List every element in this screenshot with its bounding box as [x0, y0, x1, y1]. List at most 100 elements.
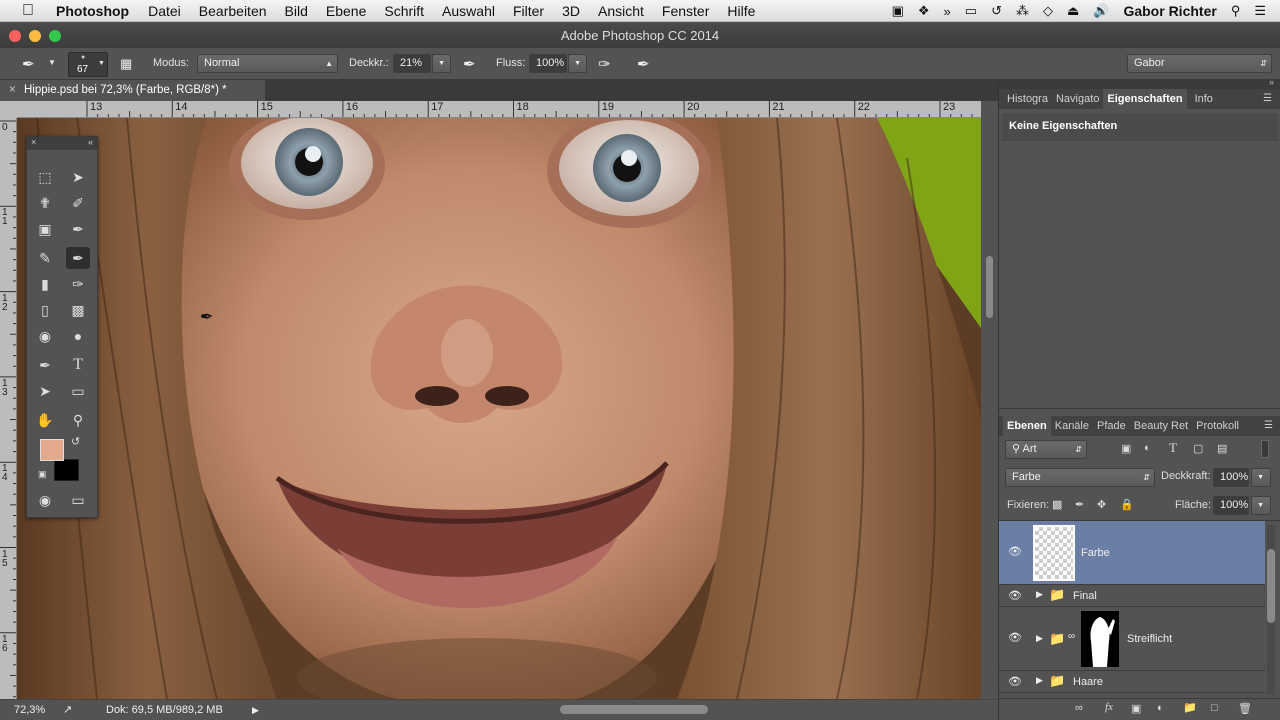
filter-smartobject-icon[interactable]: ▤ [1217, 442, 1227, 455]
pressure-size-icon[interactable]: ✒ [637, 55, 650, 73]
vertical-scrollbar[interactable] [981, 101, 998, 699]
zoom-tool[interactable]: ⚲ [66, 409, 90, 431]
crop-tool[interactable]: ▣ [33, 218, 57, 240]
close-icon[interactable]: × [9, 80, 16, 101]
document-tab[interactable]: × Hippie.psd bei 72,3% (Farbe, RGB/8*) * [0, 80, 265, 101]
minimize-window-icon[interactable] [29, 30, 41, 42]
ruler-vertical[interactable]: 0 1 1 1 2 1 3 1 4 1 5 1 6 [0, 118, 17, 699]
type-tool[interactable]: T [66, 354, 90, 376]
pen-tool[interactable]: ✒ [33, 354, 57, 376]
apple-icon[interactable]:  [0, 2, 56, 20]
menu-schrift[interactable]: Schrift [384, 3, 424, 19]
lock-pixels-icon[interactable]: ✒ [1075, 498, 1084, 511]
volume-icon[interactable]: 🔊 [1093, 3, 1109, 19]
rectangle-tool[interactable]: ▭ [66, 380, 90, 402]
disclosure-triangle-icon[interactable]: ▶ [1036, 675, 1043, 686]
collapse-icon[interactable]: » [1269, 77, 1274, 87]
tab-kanaele[interactable]: Kanäle [1051, 416, 1093, 436]
tab-pfade[interactable]: Pfade [1093, 416, 1130, 436]
notification-list-icon[interactable]: ☰ [1254, 3, 1266, 19]
share-icon[interactable]: ↗ [63, 700, 72, 720]
time-machine-icon[interactable]: ↺ [991, 3, 1002, 19]
scroll-thumb[interactable] [986, 256, 993, 318]
panel-menu-icon[interactable]: ☰ [1259, 89, 1276, 109]
layer-name[interactable]: Farbe [1081, 547, 1110, 559]
background-color-swatch[interactable] [54, 459, 79, 481]
layer-name[interactable]: Final [1073, 590, 1097, 602]
brush-size-picker[interactable]: ● 67 ▼ [68, 52, 108, 77]
tab-eigenschaften[interactable]: Eigenschaften [1103, 89, 1187, 109]
blend-mode-select[interactable]: Farbe ⇵ [1005, 468, 1155, 487]
close-window-icon[interactable] [9, 30, 21, 42]
spotlight-search-icon[interactable]: ⚲ [1231, 3, 1241, 19]
new-layer-icon[interactable]: □ [1211, 702, 1218, 714]
lock-all-icon[interactable]: 🔒 [1120, 498, 1134, 511]
wifi-icon[interactable]: ◇ [1043, 3, 1053, 19]
hand-tool[interactable]: ✋ [33, 409, 57, 431]
layer-style-icon[interactable]: fx [1105, 701, 1113, 713]
filter-toggle-switch[interactable] [1261, 440, 1269, 458]
link-icon[interactable]: ∞ [1068, 631, 1075, 642]
scroll-thumb[interactable] [1267, 549, 1275, 623]
new-group-icon[interactable]: 📁 [1183, 701, 1197, 714]
quick-mask-icon[interactable]: ◉ [33, 489, 57, 511]
tab-histogramm[interactable]: Histogra [1003, 89, 1052, 109]
menu-auswahl[interactable]: Auswahl [442, 3, 495, 19]
tab-ebenen[interactable]: Ebenen [1003, 416, 1051, 436]
brush-preset-icon[interactable]: ✒ [22, 55, 35, 73]
eraser-tool[interactable]: ▯ [33, 299, 57, 321]
path-selection-tool[interactable]: ➤ [33, 380, 57, 402]
link-layers-icon[interactable]: ∞ [1075, 702, 1083, 714]
menu-3d[interactable]: 3D [562, 3, 580, 19]
user-name[interactable]: Gabor Richter [1123, 3, 1216, 19]
lock-position-icon[interactable]: ✥ [1097, 498, 1106, 511]
forward-icon[interactable]: » [944, 4, 951, 19]
disclosure-triangle-icon[interactable]: ▶ [1036, 633, 1043, 644]
dodge-tool[interactable]: ● [66, 325, 90, 347]
layer-opacity-input[interactable]: 100% [1213, 468, 1249, 487]
layer-fill-input[interactable]: 100% [1213, 496, 1249, 515]
layer-row-farbe[interactable]: 👁 Farbe [999, 521, 1265, 585]
horizontal-scroll-thumb[interactable] [560, 705, 708, 714]
adjustment-layer-icon[interactable]: ◐ [1157, 702, 1164, 714]
zoom-window-icon[interactable] [49, 30, 61, 42]
layers-scrollbar[interactable] [1267, 525, 1275, 695]
tools-panel-header[interactable]: × « [27, 137, 97, 150]
modus-select[interactable]: Normal ▲ [197, 54, 338, 73]
menu-fenster[interactable]: Fenster [662, 3, 709, 19]
deckkraft-dropdown[interactable]: ▼ [432, 54, 451, 73]
zoom-level[interactable]: 72,3% [14, 700, 45, 720]
eye-icon[interactable]: 👁 [1007, 545, 1023, 558]
fluss-dropdown[interactable]: ▼ [568, 54, 587, 73]
marquee-tool[interactable]: ⬚ [33, 166, 57, 188]
clone-stamp-tool[interactable]: ▮ [33, 273, 57, 295]
ruler-horizontal[interactable]: 13 14 15 16 17 18 19 20 21 22 23 [17, 101, 981, 118]
menu-bild[interactable]: Bild [285, 3, 308, 19]
swap-colors-icon[interactable]: ↺ [71, 435, 80, 448]
filter-shape-icon[interactable]: ▢ [1193, 442, 1203, 455]
move-tool[interactable]: ➤ [66, 166, 90, 188]
screen-mode-icon[interactable]: ▭ [66, 489, 90, 511]
panel-menu-icon[interactable]: ☰ [1260, 416, 1277, 436]
tab-info[interactable]: Info [1191, 89, 1217, 109]
blur-tool[interactable]: ◉ [33, 325, 57, 347]
status-menu-icon[interactable]: ▣ [892, 3, 904, 19]
bluetooth-icon[interactable]: ⁂ [1016, 3, 1029, 19]
tab-protokoll[interactable]: Protokoll [1192, 416, 1243, 436]
image-canvas[interactable]: ✒ [17, 118, 981, 699]
eye-icon[interactable]: 👁 [1007, 589, 1023, 602]
eye-icon[interactable]: 👁 [1007, 631, 1023, 644]
lock-transparency-icon[interactable]: ▩ [1052, 498, 1062, 511]
lasso-tool[interactable]: ✟ [33, 192, 57, 214]
eject-icon[interactable]: ⏏ [1067, 3, 1079, 19]
deckkraft-input[interactable]: 21% [393, 54, 431, 73]
pressure-opacity-icon[interactable]: ✒ [463, 55, 476, 73]
airplay-icon[interactable]: ▭ [965, 3, 977, 19]
menu-ansicht[interactable]: Ansicht [598, 3, 644, 19]
disclosure-triangle-icon[interactable]: ▶ [1036, 589, 1043, 600]
layer-opacity-dropdown[interactable]: ▼ [1251, 468, 1271, 487]
filter-pixel-icon[interactable]: ▣ [1121, 442, 1131, 455]
layer-row-final[interactable]: 👁 ▶ 📁 Final [999, 585, 1265, 607]
layer-name[interactable]: Streiflicht [1127, 633, 1172, 645]
filter-type-icon[interactable]: T [1169, 440, 1177, 456]
